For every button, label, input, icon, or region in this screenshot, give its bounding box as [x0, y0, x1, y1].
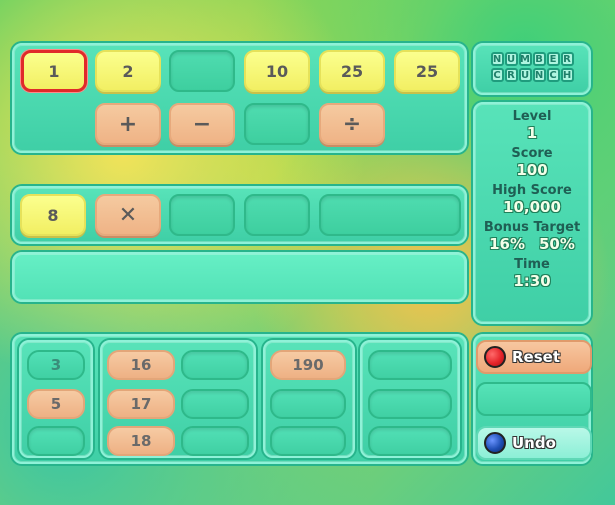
plus-button[interactable]: + [95, 103, 161, 145]
time-value: 1:30 [513, 272, 551, 290]
number-tile-slot-empty[interactable] [169, 50, 235, 92]
target-slot[interactable] [181, 426, 249, 456]
logo-letter: C [546, 68, 560, 82]
level-label: Level [512, 109, 552, 124]
target-slot[interactable] [270, 389, 346, 419]
number-tile-1[interactable]: 1 [21, 50, 87, 92]
equation-slot-result[interactable] [319, 194, 461, 236]
operator-slot-empty[interactable] [244, 103, 310, 145]
multiply-icon: ✕ [118, 202, 138, 228]
number-tile-25-b[interactable]: 25 [394, 50, 460, 92]
number-tile-2[interactable]: 2 [95, 50, 161, 92]
score-label: Score [511, 146, 553, 161]
target-18[interactable]: 18 [107, 426, 175, 456]
undo-label: Undo [512, 434, 556, 452]
undo-icon [484, 432, 506, 454]
bonus-target-label: Bonus Target [483, 220, 581, 235]
reset-icon [484, 346, 506, 368]
logo-letter: E [546, 52, 560, 66]
bonus-target-2: 50% [539, 235, 575, 253]
logo-letter: R [504, 68, 518, 82]
undo-button[interactable]: Undo [476, 426, 592, 460]
logo-letter: U [518, 68, 532, 82]
reset-button[interactable]: Reset [476, 340, 592, 374]
stats-panel: Level 1 Score 100 High Score 10,000 Bonu… [473, 102, 591, 324]
minus-icon: − [192, 111, 212, 137]
action-slot-empty [476, 382, 592, 416]
target-3[interactable]: 3 [27, 350, 85, 380]
target-slot[interactable] [181, 350, 249, 380]
target-slot[interactable] [368, 426, 452, 456]
target-16[interactable]: 16 [107, 350, 175, 380]
bonus-target-1: 16% [489, 235, 525, 253]
equation-tile-8[interactable]: 8 [20, 194, 86, 236]
score-value: 100 [516, 161, 548, 179]
logo-letter: N [532, 68, 546, 82]
logo-line-crunch: C R U N C H [475, 68, 589, 82]
logo-line-number: N U M B E R [475, 52, 589, 66]
target-slot[interactable] [181, 389, 249, 419]
logo-letter: B [532, 52, 546, 66]
target-190[interactable]: 190 [270, 350, 346, 380]
number-tile-10[interactable]: 10 [244, 50, 310, 92]
high-score-value: 10,000 [503, 198, 561, 216]
time-label: Time [514, 257, 550, 272]
logo-letter: R [560, 52, 574, 66]
logo-letter: C [490, 68, 504, 82]
logo-letter: M [518, 52, 532, 66]
logo-letter: H [560, 68, 574, 82]
target-17[interactable]: 17 [107, 389, 175, 419]
logo-letter: U [504, 52, 518, 66]
high-score-label: High Score [492, 183, 572, 198]
target-slot[interactable] [368, 350, 452, 380]
target-5[interactable]: 5 [27, 389, 85, 419]
plus-icon: + [118, 111, 138, 137]
logo-letter: N [490, 52, 504, 66]
divide-button[interactable]: ÷ [319, 103, 385, 145]
target-slot[interactable] [27, 426, 85, 456]
equation-slot-3[interactable] [169, 194, 235, 236]
minus-button[interactable]: − [169, 103, 235, 145]
divide-icon: ÷ [342, 111, 362, 137]
equation-slot-4[interactable] [244, 194, 310, 236]
target-slot[interactable] [368, 389, 452, 419]
logo-panel: N U M B E R C R U N C H [473, 43, 591, 95]
result-bar [12, 252, 467, 302]
reset-label: Reset [512, 348, 560, 366]
equation-multiply-tile[interactable]: ✕ [95, 194, 161, 236]
bonus-target-values: 16% 50% [475, 235, 589, 253]
number-tile-25-a[interactable]: 25 [319, 50, 385, 92]
target-slot[interactable] [270, 426, 346, 456]
level-value: 1 [526, 124, 538, 142]
